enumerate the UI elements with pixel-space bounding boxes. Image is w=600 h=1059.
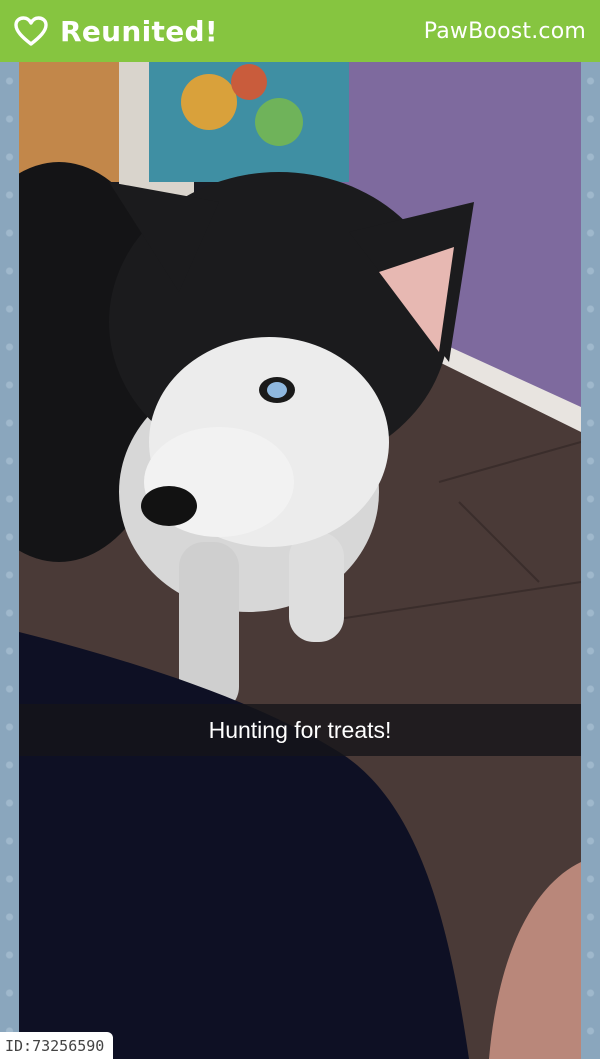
paw-pattern-frame-right (581, 62, 600, 1059)
header-bar: Reunited! PawBoost.com (0, 0, 600, 62)
photo-caption: Hunting for treats! (208, 716, 392, 743)
pet-photo-illustration (19, 62, 581, 1059)
photo-caption-band: Hunting for treats! (19, 704, 581, 756)
id-value: 73256590 (32, 1036, 105, 1055)
id-label: ID: (5, 1036, 33, 1055)
header-status: Reunited! (14, 15, 218, 48)
status-title: Reunited! (60, 14, 218, 48)
paw-pattern-frame-left (0, 62, 19, 1059)
pet-photo: Hunting for treats! (19, 62, 581, 1059)
heart-outline-icon (14, 16, 48, 46)
brand-logo-text[interactable]: PawBoost.com (424, 19, 586, 44)
pet-id-badge: ID: 73256590 (0, 1032, 114, 1059)
